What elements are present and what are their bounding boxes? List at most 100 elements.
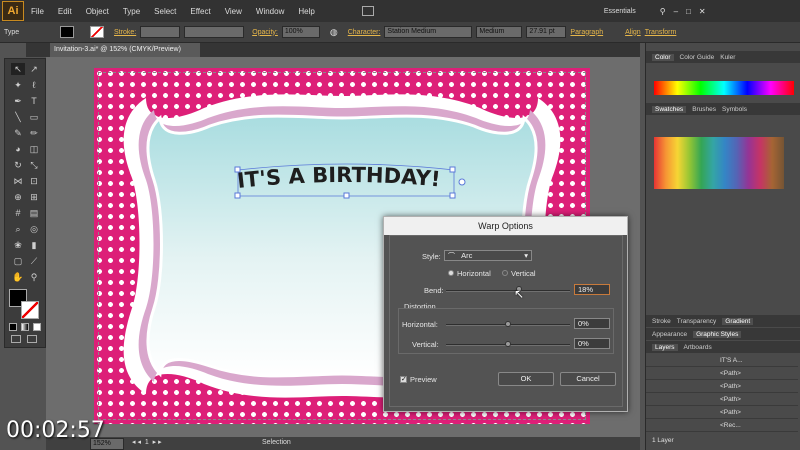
- shape-builder-tool-icon[interactable]: ⊕: [11, 191, 25, 203]
- tab-color-guide[interactable]: Color Guide: [680, 54, 715, 61]
- headline-selection[interactable]: IT'S A BIRTHDAY!: [232, 156, 472, 202]
- menu-help[interactable]: Help: [291, 7, 321, 16]
- draw-mode-icon[interactable]: [11, 335, 21, 343]
- vertical-distortion-thumb[interactable]: [505, 341, 511, 347]
- tab-stroke[interactable]: Stroke: [652, 318, 671, 325]
- tab-transparency[interactable]: Transparency: [677, 318, 717, 325]
- artboard-tool-icon[interactable]: ▢: [11, 255, 25, 267]
- menu-view[interactable]: View: [218, 7, 249, 16]
- vertical-radio[interactable]: [502, 270, 508, 276]
- direct-selection-tool-icon[interactable]: ↗: [27, 63, 41, 75]
- screen-mode-icon[interactable]: [27, 335, 37, 343]
- menu-edit[interactable]: Edit: [51, 7, 79, 16]
- rectangle-tool-icon[interactable]: ▭: [27, 111, 41, 123]
- tab-color[interactable]: Color: [652, 53, 674, 61]
- tab-artboards[interactable]: Artboards: [684, 344, 712, 351]
- menu-effect[interactable]: Effect: [183, 7, 217, 16]
- eyedropper-tool-icon[interactable]: ⌕: [11, 223, 25, 235]
- arrange-documents-icon[interactable]: [361, 6, 374, 16]
- ok-button[interactable]: OK: [498, 372, 554, 386]
- tab-graphic-styles[interactable]: Graphic Styles: [693, 330, 742, 338]
- layer-row[interactable]: <Rec...: [646, 420, 798, 432]
- bend-slider[interactable]: [446, 290, 570, 292]
- slice-tool-icon[interactable]: ⟋: [27, 255, 41, 267]
- opacity-link[interactable]: Opacity:: [252, 29, 278, 36]
- gradient-tool-icon[interactable]: ▤: [27, 207, 41, 219]
- eraser-tool-icon[interactable]: ◫: [27, 143, 41, 155]
- layer-row[interactable]: <Path>: [646, 394, 798, 406]
- document-tab[interactable]: Invitation-3.ai* @ 152% (CMYK/Preview): [50, 43, 200, 57]
- pencil-tool-icon[interactable]: ✏: [27, 127, 41, 139]
- bend-field[interactable]: 18%: [574, 284, 610, 295]
- blob-brush-tool-icon[interactable]: ◕: [11, 143, 25, 155]
- workspace-switcher[interactable]: Essentials: [604, 8, 636, 15]
- menu-file[interactable]: File: [24, 7, 51, 16]
- font-size-field[interactable]: 27.91 pt: [526, 26, 567, 38]
- variable-width-field[interactable]: [184, 26, 245, 38]
- font-family-field[interactable]: Station Medium: [384, 26, 473, 38]
- lasso-tool-icon[interactable]: ℓ: [27, 79, 41, 91]
- layer-row[interactable]: IT'S A...: [646, 355, 798, 367]
- gradient-mode-icon[interactable]: [21, 323, 29, 331]
- symbol-sprayer-tool-icon[interactable]: ❀: [11, 239, 25, 251]
- type-tool-icon[interactable]: T: [27, 95, 41, 107]
- mesh-tool-icon[interactable]: #: [11, 207, 25, 219]
- style-dropdown[interactable]: ⌒ Arc ▾: [444, 250, 532, 261]
- pen-tool-icon[interactable]: ✒: [11, 95, 25, 107]
- search-icon[interactable]: ⚲: [660, 7, 666, 16]
- color-spectrum-bar[interactable]: [654, 81, 794, 95]
- horizontal-distortion-field[interactable]: 0%: [574, 318, 610, 329]
- stroke-color-box[interactable]: [21, 301, 39, 319]
- stroke-swatch[interactable]: [90, 26, 104, 38]
- horizontal-radio[interactable]: [448, 270, 454, 276]
- none-mode-icon[interactable]: [33, 323, 41, 331]
- scale-tool-icon[interactable]: ⤡: [27, 159, 41, 171]
- tab-kuler[interactable]: Kuler: [720, 54, 735, 61]
- blend-tool-icon[interactable]: ◎: [27, 223, 41, 235]
- hand-tool-icon[interactable]: ✋: [11, 271, 25, 283]
- artboard-nav[interactable]: ◂ ◂ 1 ▸ ▸: [132, 438, 162, 446]
- free-transform-tool-icon[interactable]: ⊡: [27, 175, 41, 187]
- align-link[interactable]: Align: [625, 29, 641, 36]
- stroke-weight-field[interactable]: [140, 26, 181, 38]
- character-link[interactable]: Character:: [348, 29, 381, 36]
- layer-row[interactable]: <Path>: [646, 407, 798, 419]
- magic-wand-tool-icon[interactable]: ✦: [11, 79, 25, 91]
- stroke-link[interactable]: Stroke:: [114, 29, 136, 36]
- paragraph-link[interactable]: Paragraph: [570, 29, 603, 36]
- rotate-tool-icon[interactable]: ↻: [11, 159, 25, 171]
- graph-tool-icon[interactable]: ▮: [27, 239, 41, 251]
- horizontal-distortion-thumb[interactable]: [505, 321, 511, 327]
- menu-select[interactable]: Select: [147, 7, 183, 16]
- width-tool-icon[interactable]: ⋈: [11, 175, 25, 187]
- tab-brushes[interactable]: Brushes: [692, 106, 716, 113]
- close-button[interactable]: ✕: [699, 7, 706, 16]
- swatch-grid[interactable]: [654, 137, 784, 189]
- paintbrush-tool-icon[interactable]: ✎: [11, 127, 25, 139]
- tab-swatches[interactable]: Swatches: [652, 105, 687, 113]
- minimize-button[interactable]: –: [674, 7, 678, 16]
- cancel-button[interactable]: Cancel: [560, 372, 616, 386]
- layer-row[interactable]: <Path>: [646, 381, 798, 393]
- menu-type[interactable]: Type: [116, 7, 147, 16]
- tab-layers[interactable]: Layers: [652, 343, 678, 351]
- layer-row[interactable]: <Path>: [646, 368, 798, 380]
- selection-tool-icon[interactable]: ↖: [11, 63, 25, 75]
- line-tool-icon[interactable]: ╲: [11, 111, 25, 123]
- tab-gradient[interactable]: Gradient: [722, 317, 754, 325]
- tab-symbols[interactable]: Symbols: [722, 106, 747, 113]
- opacity-field[interactable]: 100%: [281, 26, 320, 38]
- vertical-distortion-field[interactable]: 0%: [574, 338, 610, 349]
- color-mode-icon[interactable]: [9, 323, 17, 331]
- menu-window[interactable]: Window: [249, 7, 291, 16]
- zoom-tool-icon[interactable]: ⚲: [27, 271, 41, 283]
- transform-link[interactable]: Transform: [645, 29, 677, 36]
- fill-swatch[interactable]: [60, 26, 74, 38]
- perspective-grid-tool-icon[interactable]: ⊞: [27, 191, 41, 203]
- font-style-field[interactable]: Medium: [476, 26, 523, 38]
- tab-appearance[interactable]: Appearance: [652, 331, 687, 338]
- menu-object[interactable]: Object: [79, 7, 116, 16]
- recolor-icon[interactable]: ◍: [330, 27, 338, 38]
- maximize-button[interactable]: □: [686, 7, 691, 16]
- preview-checkbox[interactable]: ✓: [400, 376, 407, 383]
